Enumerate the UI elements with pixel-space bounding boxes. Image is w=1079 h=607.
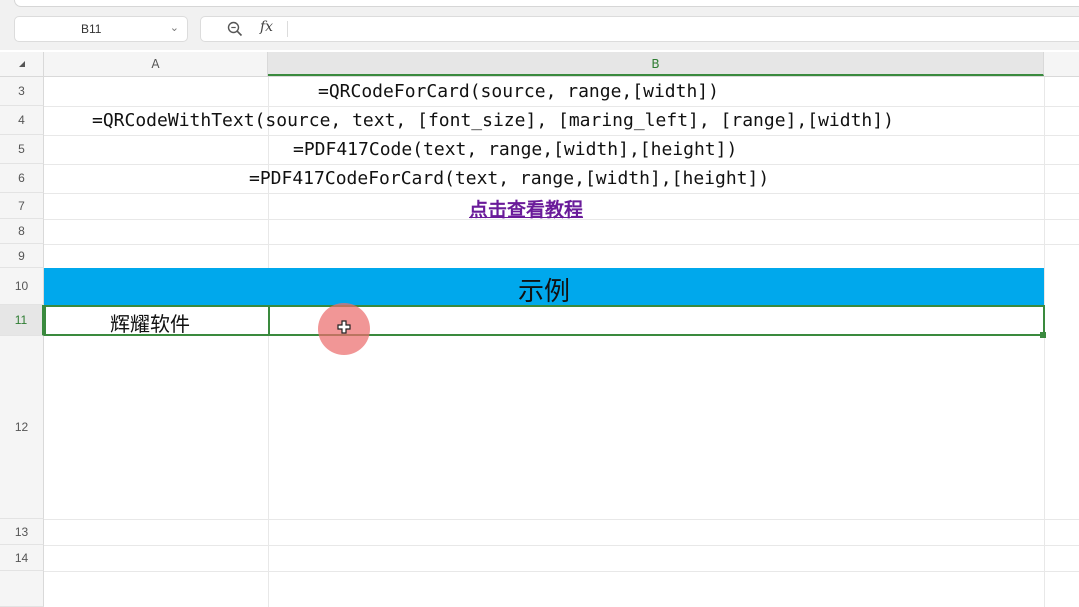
row-divider [44, 106, 1079, 107]
zoom-icon[interactable] [227, 21, 243, 37]
name-box-value: B11 [81, 22, 102, 36]
row-header-8[interactable]: 8 [0, 219, 44, 244]
row-divider [44, 164, 1079, 165]
row-header-7[interactable]: 7 [0, 193, 44, 219]
formula-bar: B11 ⌄ fx [0, 10, 1079, 50]
fill-handle[interactable] [1040, 332, 1046, 338]
select-all-corner[interactable] [0, 52, 44, 76]
tutorial-link[interactable]: 点击查看教程 [469, 195, 583, 222]
row-header-5[interactable]: 5 [0, 135, 44, 164]
row-header-4[interactable]: 4 [0, 106, 44, 135]
row-header-6[interactable]: 6 [0, 164, 44, 193]
row-header-15[interactable] [0, 571, 44, 607]
row-header-14[interactable]: 14 [0, 545, 44, 571]
column-header-c[interactable] [1044, 52, 1079, 76]
fx-icon[interactable]: fx [260, 19, 273, 35]
row-header-9[interactable]: 9 [0, 244, 44, 268]
row-divider [44, 193, 1079, 194]
cell-row-3-formula-text[interactable]: =QRCodeForCard(source, range,[width]) [318, 81, 719, 102]
row-divider [44, 244, 1079, 245]
select-all-icon [19, 61, 25, 67]
sheet-grid[interactable]: 3 4 5 6 7 8 9 10 11 12 13 14 =QRCodeForC… [0, 77, 1079, 607]
cell-row-4-formula-text[interactable]: =QRCodeWithText(source, text, [font_size… [92, 110, 894, 131]
column-header-b[interactable]: B [268, 52, 1044, 76]
row-header-10[interactable]: 10 [0, 268, 44, 305]
cell-select-cursor-icon [337, 320, 351, 334]
column-divider [1044, 77, 1045, 607]
formula-divider [287, 21, 288, 37]
name-box[interactable]: B11 ⌄ [14, 16, 188, 42]
cell-row-5-formula-text[interactable]: =PDF417Code(text, range,[width],[height]… [293, 139, 737, 160]
formula-input[interactable]: fx [200, 16, 1079, 42]
example-header-band[interactable]: 示例 [44, 268, 1044, 307]
row-divider [44, 545, 1079, 546]
column-header-row: A B [0, 52, 1079, 77]
example-title: 示例 [517, 277, 570, 307]
cell-row-6-formula-text[interactable]: =PDF417CodeForCard(text, range,[width],[… [249, 168, 769, 189]
cell-a11-text: 辉耀软件 [110, 312, 190, 336]
cell-b11-selected[interactable] [268, 305, 1045, 336]
chevron-down-icon[interactable]: ⌄ [170, 21, 179, 34]
column-header-a[interactable]: A [44, 52, 268, 76]
row-header-3[interactable]: 3 [0, 77, 44, 106]
toolbar-edge [14, 0, 1079, 7]
row-divider [44, 519, 1079, 520]
column-divider [268, 77, 269, 607]
row-header-13[interactable]: 13 [0, 519, 44, 545]
row-divider [44, 135, 1079, 136]
row-header-12[interactable]: 12 [0, 336, 44, 519]
row-divider [44, 571, 1079, 572]
row-header-11[interactable]: 11 [0, 305, 44, 336]
window-top-strip [0, 0, 1079, 10]
